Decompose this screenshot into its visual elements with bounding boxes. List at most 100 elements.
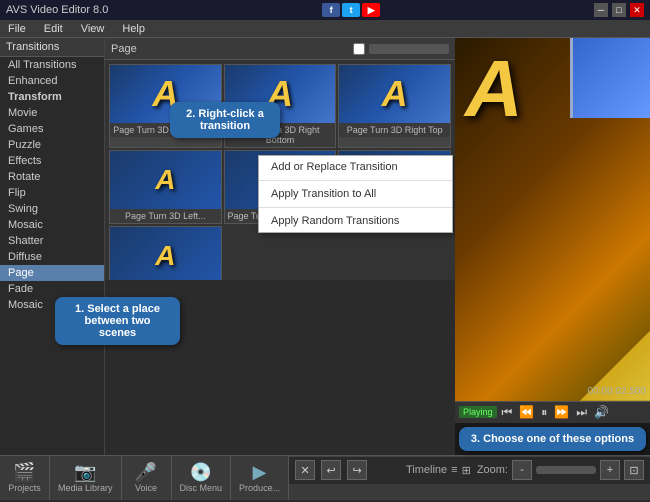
page-header-controls: [353, 43, 449, 55]
social-icons: f t ▶: [322, 3, 380, 17]
main-container: Transitions All Transitions Enhanced Tra…: [0, 38, 650, 500]
toolbar-disc-menu[interactable]: 💿 Disc Menu: [172, 456, 232, 500]
grid-icon: ⊞: [462, 464, 471, 477]
preview-image: A: [455, 38, 650, 401]
thumb-img-7: A: [110, 227, 221, 280]
bottom-toolbar: 🎬 Projects 📷 Media Library 🎤 Voice 💿 Dis…: [0, 455, 650, 500]
tooltip-right-click: 2. Right-click a transition: [170, 102, 280, 138]
toolbar-voice[interactable]: 🎤 Voice: [122, 456, 172, 500]
pb-next[interactable]: ⏩: [552, 405, 571, 419]
context-separator: [259, 180, 452, 181]
twitter-icon[interactable]: t: [342, 3, 360, 17]
page-label: Page: [111, 43, 137, 55]
toolbar-voice-label: Voice: [135, 483, 157, 493]
sidebar-item-flip[interactable]: Flip: [0, 185, 104, 201]
media-library-icon: 📷: [74, 462, 96, 483]
sidebar-item-page[interactable]: Page: [0, 265, 104, 281]
maximize-button[interactable]: □: [612, 3, 626, 17]
disc-menu-icon: 💿: [190, 462, 212, 483]
zoom-in[interactable]: +: [600, 460, 620, 480]
close-button[interactable]: ✕: [630, 3, 644, 17]
menu-file[interactable]: File: [4, 23, 30, 35]
zoom-fit[interactable]: ⊡: [624, 460, 644, 480]
context-menu: Add or Replace Transition Apply Transiti…: [258, 155, 453, 233]
sidebar-item-puzzle[interactable]: Puzzle: [0, 137, 104, 153]
menu-help[interactable]: Help: [118, 23, 149, 35]
sidebar-item-shatter[interactable]: Shatter: [0, 233, 104, 249]
thumb-page-turn-3d-right-top[interactable]: A Page Turn 3D Right Top: [338, 64, 451, 148]
transitions-sidebar: Transitions All Transitions Enhanced Tra…: [0, 38, 105, 455]
sidebar-item-swing[interactable]: Swing: [0, 201, 104, 217]
pb-skip-back[interactable]: ⏮: [500, 405, 515, 420]
playing-status: Playing: [459, 406, 497, 418]
sidebar-item-transform[interactable]: Transform: [0, 89, 104, 105]
menu-view[interactable]: View: [77, 23, 109, 35]
sidebar-list: All Transitions Enhanced Transform Movie…: [0, 57, 104, 455]
toolbar-produce-label: Produce...: [239, 483, 280, 493]
pb-skip-fwd[interactable]: ⏭: [574, 405, 589, 420]
sidebar-item-games[interactable]: Games: [0, 121, 104, 137]
preview-cube: [570, 38, 650, 118]
zoom-slider[interactable]: [536, 466, 596, 474]
thumb-label-4: Page Turn 3D Left...: [110, 209, 221, 223]
toolbar-media-label: Media Library: [58, 483, 113, 493]
sidebar-item-rotate[interactable]: Rotate: [0, 169, 104, 185]
context-separator2: [259, 207, 452, 208]
sidebar-item-fade[interactable]: Fade: [0, 281, 104, 297]
sidebar-item-effects[interactable]: Effects: [0, 153, 104, 169]
toolbar-produce[interactable]: ▶ Produce...: [231, 456, 289, 500]
sidebar-item-all[interactable]: All Transitions: [0, 57, 104, 73]
thumb-page-turn-album-left-top[interactable]: A Page Turn Album Left Top: [109, 226, 222, 280]
thumb-img-3: A: [339, 65, 450, 123]
timeline-label: Timeline: [406, 464, 447, 476]
sidebar-item-mosaic1[interactable]: Mosaic: [0, 217, 104, 233]
produce-icon: ▶: [253, 462, 267, 483]
sidebar-header: Transitions: [0, 38, 104, 57]
thumb-page-turn-3d-left2[interactable]: A Page Turn 3D Left...: [109, 150, 222, 224]
thumb-label-3: Page Turn 3D Right Top: [339, 123, 450, 137]
thumb-img-4: A: [110, 151, 221, 209]
zoom-controls: Zoom: - + ⊡: [477, 460, 644, 480]
titlebar: AVS Video Editor 8.0 f t ▶ ─ □ ✕: [0, 0, 650, 20]
tooltip-select-place: 1. Select a place between two scenes: [55, 297, 180, 345]
menu-edit[interactable]: Edit: [40, 23, 67, 35]
toolbar-disc-label: Disc Menu: [180, 483, 223, 493]
page-scrollbar[interactable]: [369, 44, 449, 54]
video-timestamp: 00:00:02.500: [588, 386, 646, 397]
zoom-out[interactable]: -: [512, 460, 532, 480]
controls-bar: ✕ ↩ ↪ Timeline ≡ ⊞ Zoom: - + ⊡: [289, 456, 650, 484]
facebook-icon[interactable]: f: [322, 3, 340, 17]
right-panel: A 00:00:02.500 Playing ⏮ ⏪ ⏸ ⏩ ⏭ 🔊 3. Ch…: [455, 38, 650, 455]
timeline-icon: ≡: [451, 464, 457, 476]
sidebar-item-diffuse[interactable]: Diffuse: [0, 249, 104, 265]
undo-button[interactable]: ↩: [321, 460, 341, 480]
zoom-label: Zoom:: [477, 464, 508, 476]
pb-prev[interactable]: ⏪: [517, 405, 536, 419]
context-apply-all[interactable]: Apply Transition to All: [259, 183, 452, 205]
tooltip-choose-options: 3. Choose one of these options: [459, 427, 646, 451]
toolbar-projects[interactable]: 🎬 Projects: [0, 456, 50, 500]
thumbnail-area: A Page Turn 3D Left Bottom A Page Turn 3…: [105, 60, 455, 455]
context-apply-random[interactable]: Apply Random Transitions: [259, 210, 452, 232]
youtube-icon[interactable]: ▶: [362, 3, 380, 17]
pb-play[interactable]: ⏸: [539, 405, 549, 420]
preview-letter-a: A: [465, 43, 523, 135]
page-checkbox[interactable]: [353, 43, 365, 55]
delete-button[interactable]: ✕: [295, 460, 315, 480]
center-panel: Page A Page Turn 3D Left Bottom A Pag: [105, 38, 455, 455]
timeline-toggle[interactable]: Timeline ≡ ⊞: [406, 464, 471, 477]
video-preview: A 00:00:02.500: [455, 38, 650, 401]
main-area: Transitions All Transitions Enhanced Tra…: [0, 38, 650, 455]
context-add-replace[interactable]: Add or Replace Transition: [259, 156, 452, 178]
pb-volume[interactable]: 🔊: [592, 405, 611, 419]
menubar: File Edit View Help: [0, 20, 650, 38]
sidebar-item-movie[interactable]: Movie: [0, 105, 104, 121]
projects-icon: 🎬: [13, 462, 35, 483]
minimize-button[interactable]: ─: [594, 3, 608, 17]
sidebar-item-enhanced[interactable]: Enhanced: [0, 73, 104, 89]
voice-icon: 🎤: [135, 462, 157, 483]
playback-bar: Playing ⏮ ⏪ ⏸ ⏩ ⏭ 🔊: [455, 401, 650, 423]
page-header: Page: [105, 38, 455, 60]
redo-button[interactable]: ↪: [347, 460, 367, 480]
toolbar-media-library[interactable]: 📷 Media Library: [50, 456, 122, 500]
